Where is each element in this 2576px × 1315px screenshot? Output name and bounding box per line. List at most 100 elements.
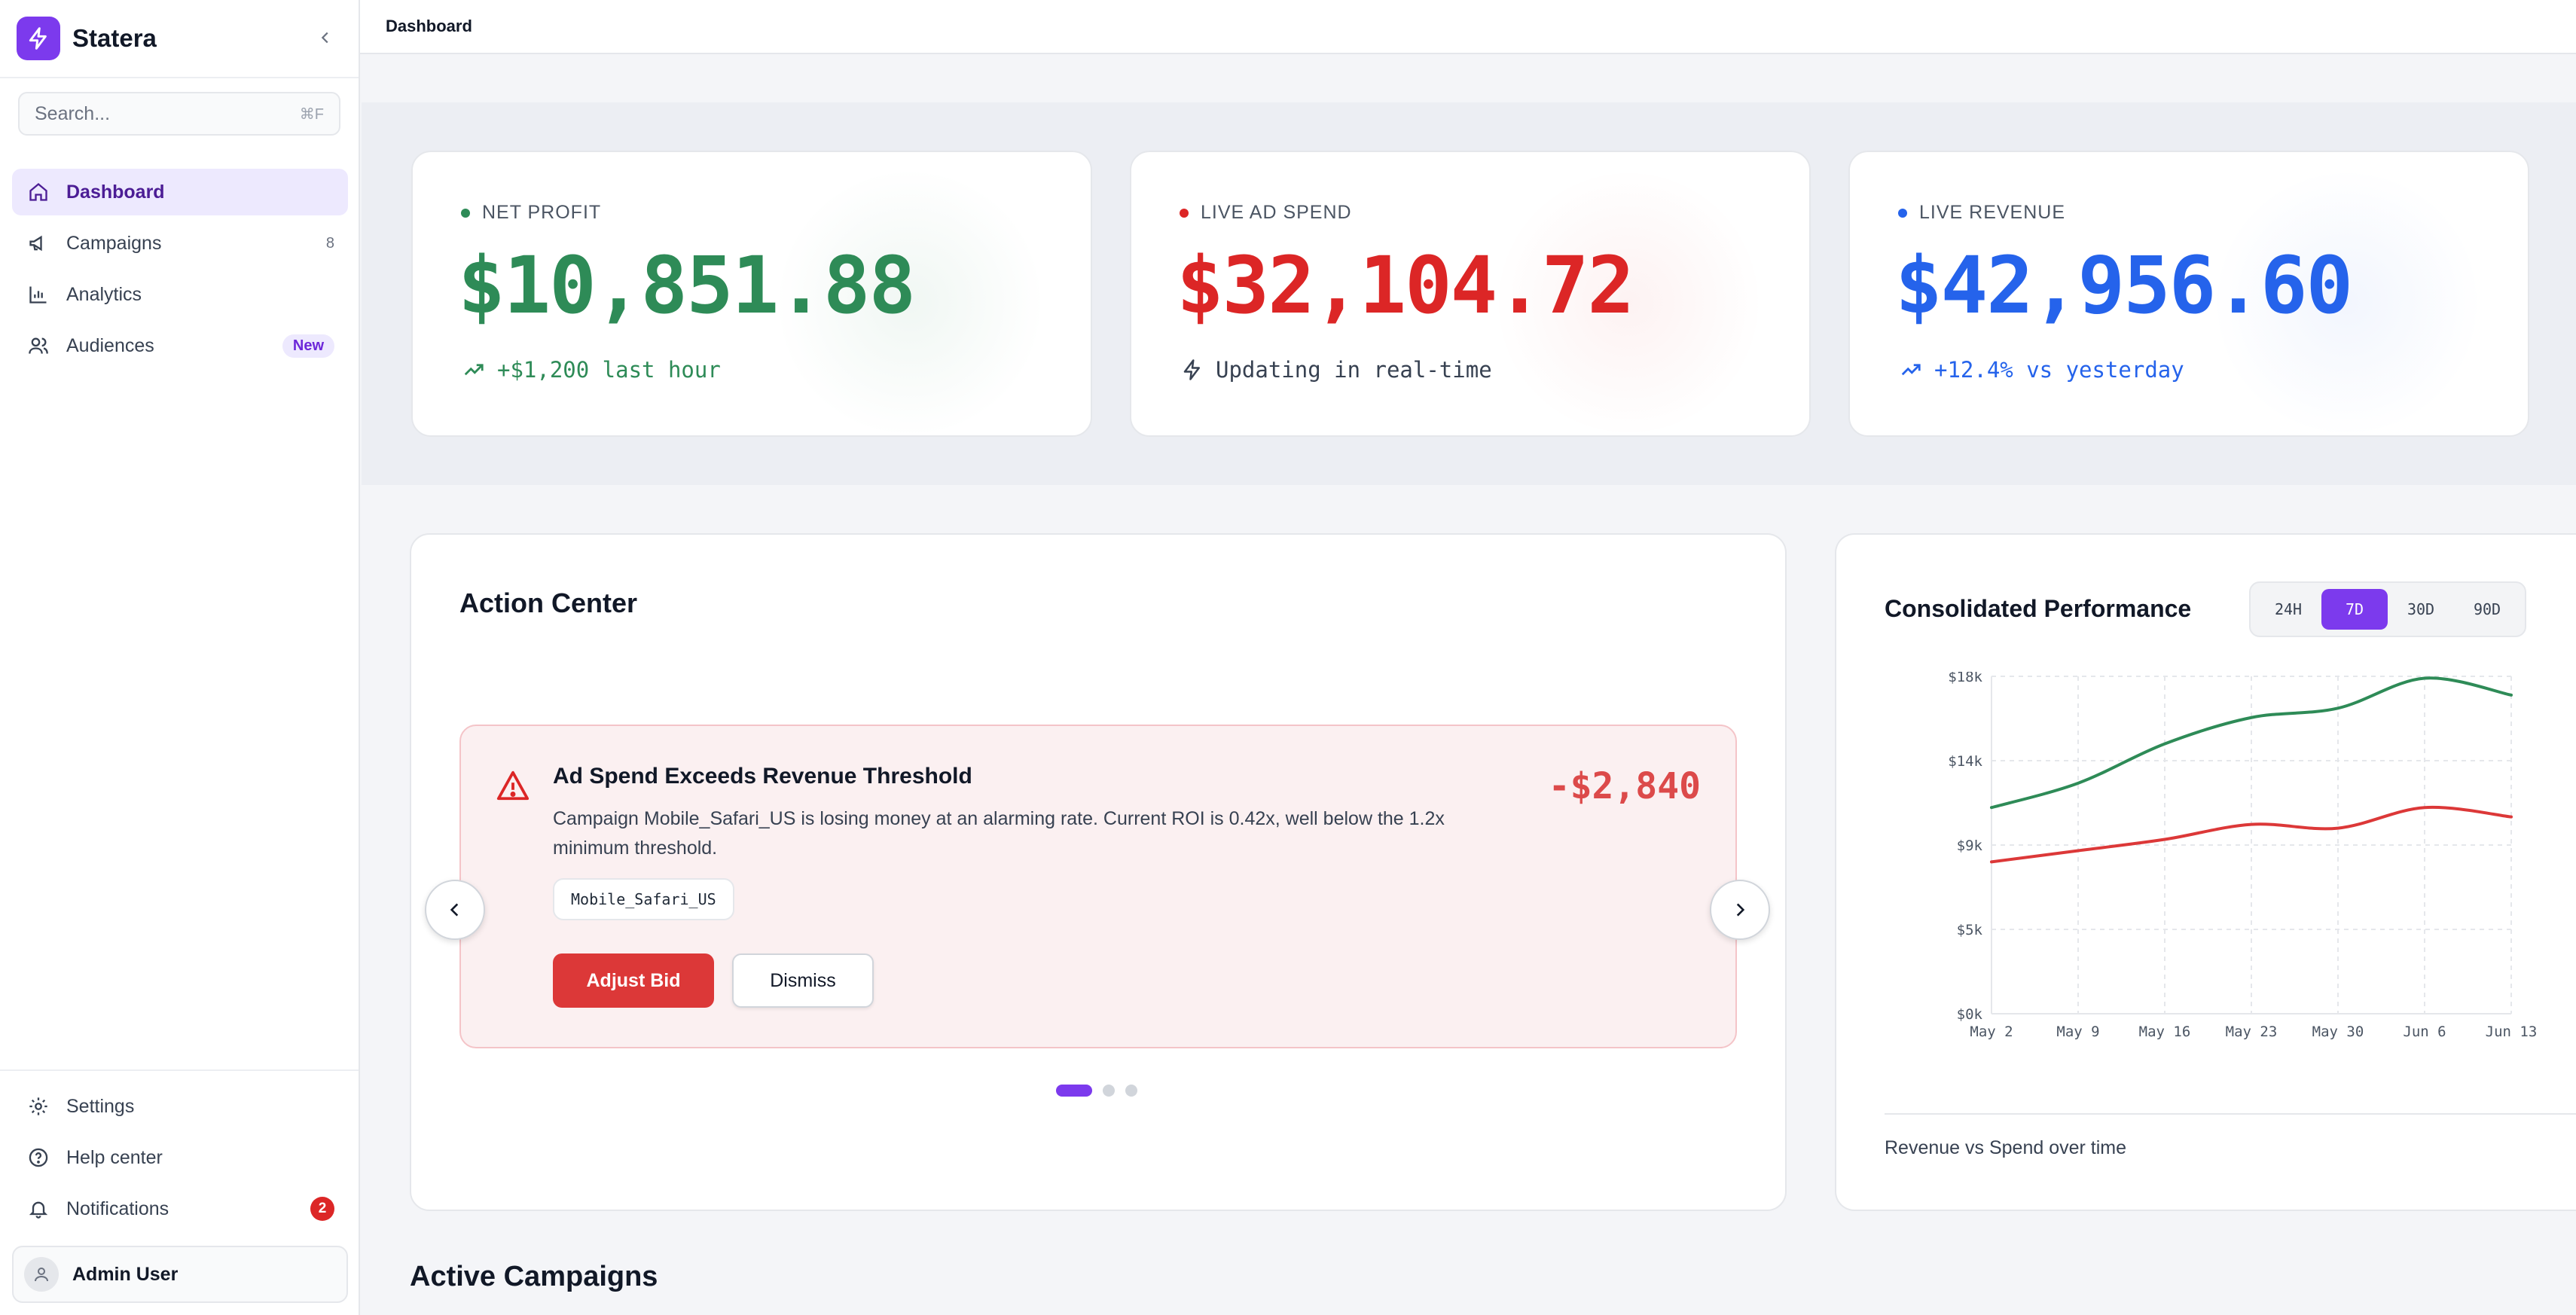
x-tick-label: Jun 13 [2486,1024,2538,1040]
status-dot [1898,208,1907,218]
sidebar-item-label: Audiences [66,334,154,356]
live-ad-spend-value: $32,104.72 [1177,240,1634,331]
lightning-logo-icon [17,17,60,60]
active-campaigns-title: Active Campaigns [410,1261,658,1292]
trending-up-icon [461,357,487,383]
users-icon [26,333,51,358]
x-tick-label: Jun 6 [2403,1024,2446,1040]
chevron-right-icon [1736,903,1745,917]
y-tick-label: $9k [1957,838,1983,854]
carousel-next-button[interactable] [1710,880,1770,940]
new-badge: New [282,334,334,358]
help-circle-icon [26,1145,51,1170]
sidebar-item-label: Analytics [66,283,142,305]
top-bar: Dashboard [360,0,2576,54]
carousel-prev-button[interactable] [425,880,485,940]
y-tick-label: $0k [1957,1006,1983,1023]
sidebar-item-audiences[interactable]: Audiences New [12,322,348,369]
search-input[interactable]: Search... ⌘F [18,92,340,136]
kpi-card-live-revenue: LIVE REVENUE $42,956.60 +12.4% vs yester… [1848,151,2529,437]
sidebar-item-campaigns[interactable]: Campaigns 8 [12,220,348,267]
x-tick-label: May 23 [2226,1024,2278,1040]
status-dot [461,208,470,218]
sidebar: Statera Search... ⌘F Dashboard Campaigns… [0,0,360,1315]
campaign-tag[interactable]: Mobile_Safari_US [553,878,734,920]
sidebar-item-settings[interactable]: Settings [12,1083,348,1130]
divider [0,77,359,78]
sidebar-item-label: Help center [66,1146,163,1168]
user-menu[interactable]: Admin User [12,1246,348,1303]
kpi-label-text: LIVE AD SPEND [1201,202,1352,223]
kpi-subtext-text: +$1,200 last hour [497,357,721,383]
sidebar-item-label: Dashboard [66,181,165,203]
breadcrumb[interactable]: Dashboard [386,17,472,36]
adjust-bid-button[interactable]: Adjust Bid [553,953,714,1008]
sidebar-item-label: Settings [66,1095,135,1117]
range-90d-button[interactable]: 90D [2454,589,2520,630]
pagination-dot[interactable] [1103,1085,1115,1097]
performance-title: Consolidated Performance [1885,595,2192,622]
search-shortcut: ⌘F [299,105,324,123]
x-tick-label: May 2 [1970,1024,2013,1040]
x-tick-label: May 30 [2312,1024,2364,1040]
kpi-label-text: NET PROFIT [482,202,602,223]
sidebar-item-notifications[interactable]: Notifications 2 [12,1185,348,1232]
status-dot [1180,208,1189,218]
sidebar-item-help-center[interactable]: Help center [12,1134,348,1181]
divider [0,1069,359,1071]
y-tick-label: $18k [1948,672,1982,685]
net-profit-value: $10,851.88 [458,240,916,331]
brand[interactable]: Statera [17,17,157,60]
kpi-label-text: LIVE REVENUE [1919,202,2066,223]
alert-loss-amount: -$2,840 [1548,765,1701,807]
kpi-label: LIVE REVENUE [1898,202,2065,224]
y-tick-label: $14k [1948,753,1982,770]
notification-count-badge: 2 [310,1197,334,1221]
kpi-subtext-text: +12.4% vs yesterday [1934,357,2184,383]
alert-description: Campaign Mobile_Safari_US is losing mone… [553,808,1445,859]
y-tick-label: $5k [1957,922,1983,938]
bar-chart-icon [26,282,51,307]
chevron-left-icon [321,32,328,44]
sidebar-item-dashboard[interactable]: Dashboard [12,169,348,215]
home-icon [26,179,51,205]
sidebar-item-label: Campaigns [66,232,162,254]
range-30d-button[interactable]: 30D [2388,589,2454,630]
kpi-subtext: Updating in real-time [1180,357,1492,383]
avatar [24,1257,59,1292]
zap-icon [1180,357,1205,383]
range-24h-button[interactable]: 24H [2255,589,2321,630]
pagination-dot-active[interactable] [1056,1085,1092,1097]
dismiss-button[interactable]: Dismiss [732,953,874,1008]
divider [1885,1113,2576,1115]
kpi-label: LIVE AD SPEND [1180,202,1352,224]
kpi-subtext: +12.4% vs yesterday [1898,357,2184,383]
gear-icon [26,1094,51,1119]
range-7d-button[interactable]: 7D [2321,589,2388,630]
action-center-title: Action Center [459,587,638,618]
live-revenue-value: $42,956.60 [1895,240,2353,331]
alert-triangle-icon [496,768,530,803]
kpi-card-net-profit: NET PROFIT $10,851.88 +$1,200 last hour [411,151,1092,437]
sidebar-item-label: Notifications [66,1198,169,1219]
collapse-sidebar-button[interactable] [312,24,339,51]
pagination-dot[interactable] [1125,1085,1137,1097]
kpi-label: NET PROFIT [461,202,601,224]
kpi-subtext: +$1,200 last hour [461,357,721,383]
carousel-pagination [1056,1083,1148,1098]
user-name: Admin User [72,1263,179,1285]
x-tick-label: May 16 [2139,1024,2191,1040]
time-range-toggle: 24H 7D 30D 90D [2249,581,2526,637]
performance-line-chart: $0k $5k $9k $14k $18k May 2 May 9 May 16 May 23 M… [1948,672,2538,1040]
performance-card: Consolidated Performance 24H 7D 30D 90D … [1835,533,2576,1211]
trending-up-icon [1898,357,1924,383]
bell-icon [26,1196,51,1222]
alert-card: Ad Spend Exceeds Revenue Threshold Campa… [459,725,1737,1048]
alert-title: Ad Spend Exceeds Revenue Threshold [553,764,972,789]
kpi-card-live-ad-spend: LIVE AD SPEND $32,104.72 Updating in rea… [1130,151,1811,437]
sidebar-item-analytics[interactable]: Analytics [12,271,348,318]
search-placeholder: Search... [35,102,111,124]
chart-caption: Revenue vs Spend over time [1885,1137,2127,1158]
chevron-left-icon [450,903,459,917]
app-name: Statera [72,24,157,52]
